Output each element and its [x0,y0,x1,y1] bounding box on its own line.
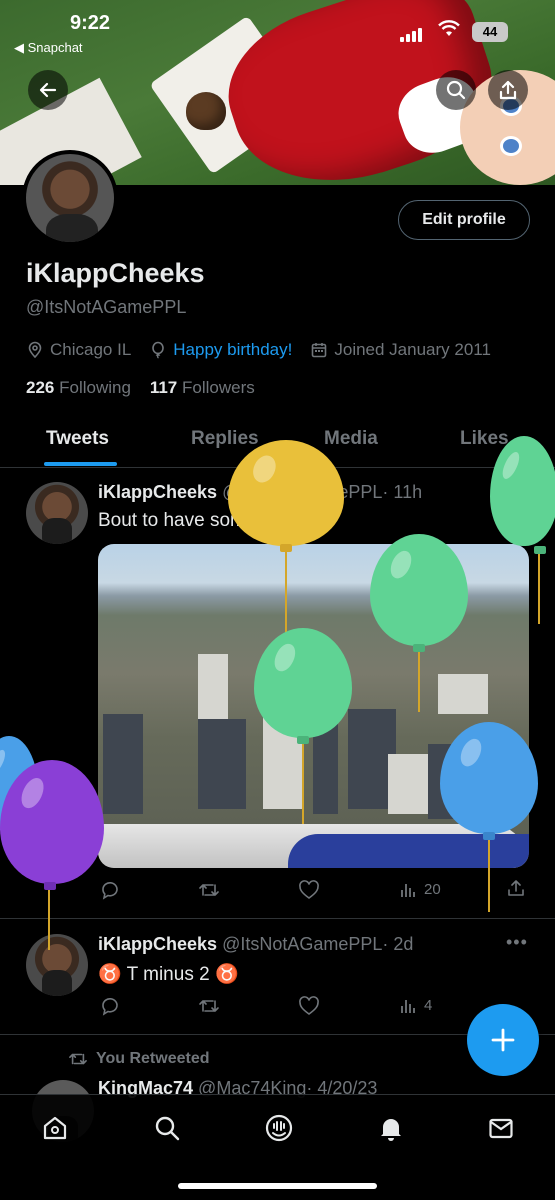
profile-handle: @ItsNotAGamePPL [26,297,187,317]
profile-avatar[interactable] [22,150,118,246]
share-icon [499,80,517,100]
tweet-header: iKlappCheeks @ItsNotAGamePPL· 2d [98,934,413,955]
nav-home[interactable] [38,1111,72,1145]
search-icon [155,1116,180,1141]
tweet-divider [0,918,555,919]
wifi-icon [438,20,460,43]
back-to-app-link[interactable]: ◀ Snapchat [14,40,83,56]
tweet-time: · 2d [382,934,414,954]
retweeted-text: You Retweeted [96,1050,210,1067]
joined-text: Joined January 2011 [334,340,491,359]
nav-search[interactable] [150,1111,184,1145]
followers-count: 117 [149,378,178,397]
tab-likes[interactable]: Likes [460,428,509,450]
spaces-icon [265,1114,293,1142]
tweet-more-icon[interactable]: ••• [506,932,528,953]
tweet-author-name[interactable]: iKlappCheeks [98,934,217,954]
image-building [198,719,246,809]
status-time: 9:22 [70,12,111,34]
followers-link[interactable]: 117 Followers [150,378,255,397]
reply-button[interactable] [100,880,120,900]
nav-spaces[interactable] [262,1111,296,1145]
retweet-icon [69,1053,87,1065]
views-icon [401,884,415,897]
status-bar: 9:22 ◀ Snapchat 44 [0,0,555,60]
mail-icon [489,1118,513,1139]
tweet-avatar[interactable] [26,934,88,996]
tab-tweets[interactable]: Tweets [46,428,109,450]
reply-icon [102,997,118,1016]
follow-stats: 226 Following 117 Followers [26,378,255,398]
back-arrow-icon [39,82,57,98]
like-icon [299,880,319,899]
following-link[interactable]: 226 Following [26,378,131,397]
tweet-time: · 11h [382,482,423,502]
tweet-author-name[interactable]: iKlappCheeks [98,482,217,502]
profile-location: Chicago IL [26,340,131,360]
views-button[interactable]: 4 [400,996,432,1014]
search-button[interactable] [436,70,476,110]
like-icon [299,996,319,1015]
bottom-navigation [0,1094,555,1200]
image-building [103,714,143,814]
home-icon [43,1116,67,1140]
nav-messages[interactable] [484,1111,518,1145]
reply-button[interactable] [100,996,120,1016]
like-button[interactable] [298,996,320,1016]
retweet-button[interactable] [198,880,220,900]
location-icon [28,341,42,359]
tab-replies[interactable]: Replies [191,428,259,450]
following-count: 226 [26,378,55,397]
views-icon [401,1000,415,1013]
retweet-icon [199,884,219,896]
compose-tweet-button[interactable] [467,1004,539,1076]
reply-icon [102,881,118,900]
search-icon [446,80,466,100]
profile-name: iKlappCheeks [26,258,205,288]
tweet-avatar[interactable] [26,482,88,544]
signal-icon [400,24,424,42]
followers-label: Followers [182,378,255,397]
share-button[interactable] [488,70,528,110]
banner-object [186,92,226,130]
edit-profile-button[interactable]: Edit profile [398,200,530,240]
retweeted-label: You Retweeted [68,1050,210,1068]
retweet-button[interactable] [198,996,220,1016]
tweet-text: ♉ T minus 2 ♉ [98,964,239,985]
tweet-author-handle: @ItsNotAGamePPL [222,934,383,954]
profile-meta: Chicago IL Happy birthday! Joined Januar… [26,340,509,360]
nav-notifications[interactable] [374,1111,408,1145]
following-label: Following [59,378,131,397]
profile-joined: Joined January 2011 [310,340,491,360]
location-text: Chicago IL [50,340,132,359]
plus-icon [491,1028,515,1052]
views-button[interactable]: 20 [400,880,441,898]
retweet-icon [199,1000,219,1012]
profile-birthday[interactable]: Happy birthday! [149,340,292,360]
home-indicator[interactable] [178,1183,377,1189]
tab-media[interactable]: Media [324,428,378,450]
battery-indicator: 44 [472,22,508,42]
tweet-share-button[interactable] [506,878,526,898]
elf-eye [500,136,522,156]
like-button[interactable] [298,880,320,900]
birthday-text[interactable]: Happy birthday! [173,340,292,360]
balloon-icon [152,341,165,359]
share-icon [508,880,524,896]
image-building [438,674,488,714]
calendar-icon [312,343,327,358]
views-count: 20 [424,880,441,898]
views-count: 4 [424,996,433,1014]
active-tab-indicator [44,462,117,466]
back-button[interactable] [28,70,68,110]
bell-icon [381,1119,401,1141]
